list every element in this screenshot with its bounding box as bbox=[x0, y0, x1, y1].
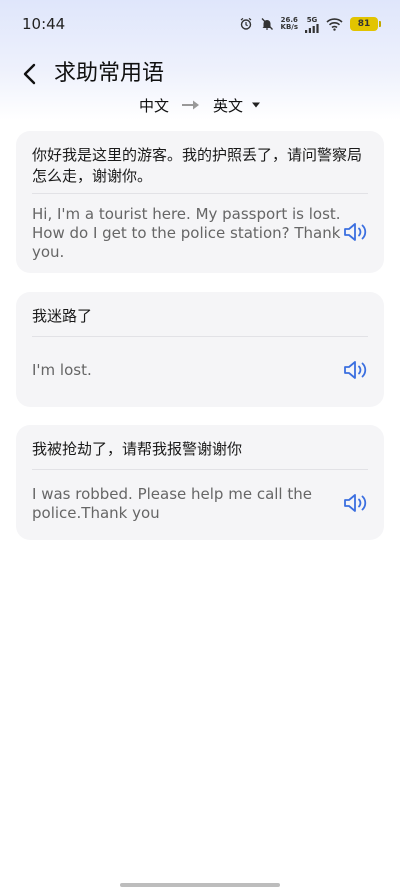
status-icons: 26.6 KB/s 5G 81 bbox=[239, 16, 381, 33]
back-button[interactable] bbox=[16, 60, 44, 88]
wifi-icon bbox=[326, 18, 343, 31]
speaker-icon bbox=[344, 361, 367, 379]
phrase-card[interactable]: 你好我是这里的游客。我的护照丢了，请问警察局怎么走，谢谢你。 Hi, I'm a… bbox=[16, 131, 384, 273]
dropdown-triangle-icon bbox=[252, 102, 261, 108]
alarm-icon bbox=[240, 17, 251, 30]
target-language-dropdown[interactable]: 英文 bbox=[213, 95, 261, 116]
network-speed: 26.6 KB/s bbox=[281, 17, 298, 31]
battery-indicator: 81 bbox=[350, 17, 381, 31]
phrase-card[interactable]: 我迷路了 I'm lost. bbox=[16, 292, 384, 407]
play-audio-button[interactable] bbox=[342, 489, 370, 517]
home-indicator[interactable] bbox=[120, 883, 280, 887]
phrase-card[interactable]: 我被抢劫了，请帮我报警谢谢你 I was robbed. Please help… bbox=[16, 425, 384, 540]
phrase-source-text: 我被抢劫了，请帮我报警谢谢你 bbox=[32, 440, 243, 458]
phrase-translation-text: Hi, I'm a tourist here. My passport is l… bbox=[32, 205, 341, 261]
phrase-source-text: 我迷路了 bbox=[32, 307, 93, 325]
signal-icon bbox=[305, 23, 319, 33]
network-speed-unit: KB/s bbox=[280, 23, 298, 31]
header: 求助常用语 bbox=[0, 58, 400, 90]
phrase-translation-text: I was robbed. Please help me call the po… bbox=[32, 485, 312, 522]
speaker-icon bbox=[344, 223, 367, 241]
screen: 10:44 26.6 KB/s 5G 81 求助常用语 中文 英文 你好我是这里… bbox=[0, 0, 400, 889]
status-bar: 10:44 26.6 KB/s 5G 81 bbox=[0, 0, 400, 48]
speaker-icon bbox=[344, 494, 367, 512]
arrow-right-icon bbox=[182, 100, 199, 110]
cellular: 5G bbox=[305, 16, 319, 33]
source-language[interactable]: 中文 bbox=[139, 95, 169, 116]
target-language: 英文 bbox=[213, 96, 244, 115]
page-title: 求助常用语 bbox=[54, 61, 165, 86]
play-audio-button[interactable] bbox=[342, 218, 370, 246]
play-audio-button[interactable] bbox=[342, 356, 370, 384]
status-time: 10:44 bbox=[22, 15, 66, 33]
chevron-left-icon bbox=[23, 63, 36, 85]
mute-bell-icon bbox=[261, 18, 273, 30]
phrase-translation-text: I'm lost. bbox=[32, 361, 92, 379]
phrase-source-text: 你好我是这里的游客。我的护照丢了，请问警察局怎么走，谢谢你。 bbox=[32, 146, 363, 185]
card-divider bbox=[32, 336, 368, 337]
network-type: 5G bbox=[306, 15, 318, 24]
card-divider bbox=[32, 193, 368, 194]
card-divider bbox=[32, 469, 368, 470]
language-selector: 中文 英文 bbox=[0, 92, 400, 118]
